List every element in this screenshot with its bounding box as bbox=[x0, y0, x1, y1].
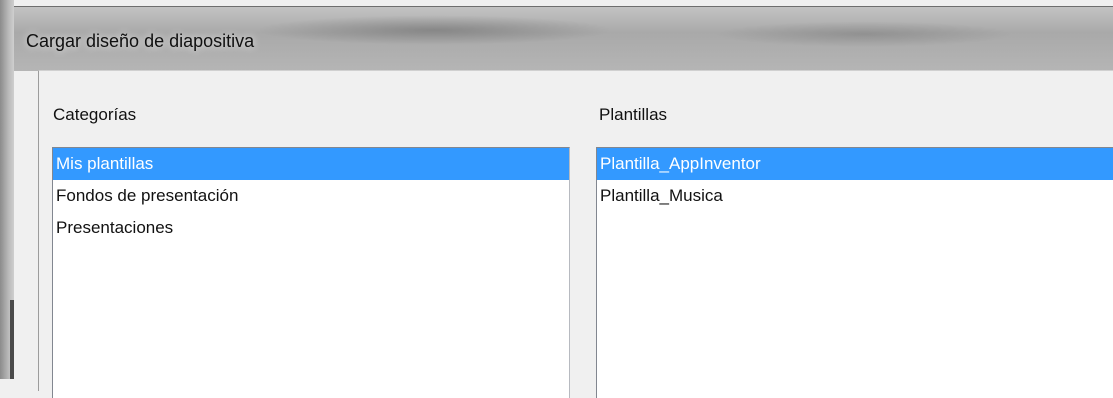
templates-listbox[interactable]: Plantilla_AppInventor Plantilla_Musica bbox=[596, 147, 1113, 398]
categories-label: Categorías bbox=[53, 105, 137, 124]
template-item-plantilla-musica[interactable]: Plantilla_Musica bbox=[597, 180, 1113, 212]
templates-label: Plantillas bbox=[599, 105, 668, 124]
template-item-plantilla-appinventor[interactable]: Plantilla_AppInventor bbox=[597, 148, 1113, 180]
titlebar-glass-effect bbox=[254, 15, 614, 45]
load-slide-design-dialog: Cargar diseño de diapositiva Categorías … bbox=[14, 6, 1113, 398]
categories-listbox[interactable]: Mis plantillas Fondos de presentación Pr… bbox=[52, 147, 570, 398]
background-window bbox=[0, 0, 14, 379]
dialog-titlebar[interactable]: Cargar diseño de diapositiva bbox=[14, 6, 1113, 71]
category-item-mis-plantillas[interactable]: Mis plantillas bbox=[53, 148, 569, 180]
titlebar-glass-effect-2 bbox=[714, 21, 1014, 47]
dialog-title: Cargar diseño de diapositiva bbox=[26, 31, 255, 51]
category-item-presentaciones[interactable]: Presentaciones bbox=[53, 212, 569, 244]
category-item-fondos-de-presentacion[interactable]: Fondos de presentación bbox=[53, 180, 569, 212]
dialog-client-area: Categorías Plantillas Mis plantillas Fon… bbox=[38, 70, 1113, 398]
